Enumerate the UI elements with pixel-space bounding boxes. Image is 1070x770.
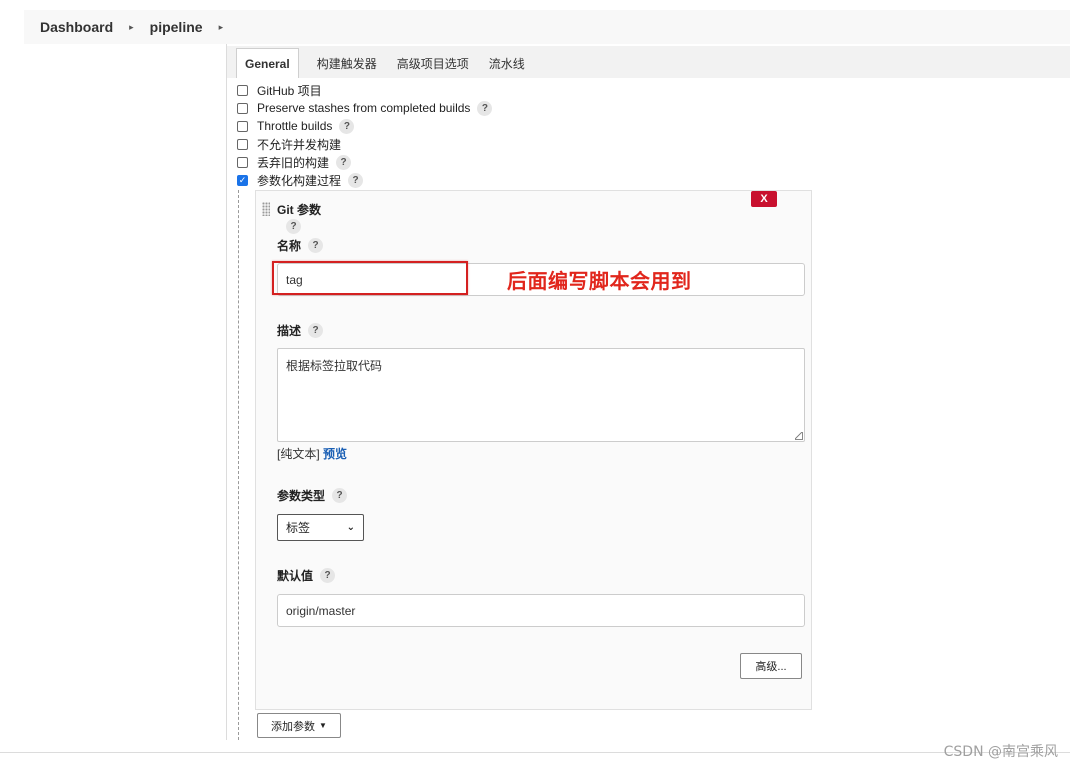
help-icon[interactable]: ? <box>339 118 355 134</box>
selected-value: 标签 <box>286 521 311 535</box>
checkbox[interactable] <box>237 102 248 114</box>
checkbox[interactable] <box>237 84 248 96</box>
option-label: 参数化构建过程 <box>257 173 342 188</box>
annotation-text: 后面编写脚本会用到 <box>507 269 692 293</box>
breadcrumb-separator-icon[interactable] <box>219 22 224 33</box>
format-row: [纯文本] 预览 <box>277 445 347 462</box>
description-textarea[interactable]: 根据标签拉取代码 <box>277 348 805 442</box>
tab-general[interactable]: General <box>236 48 299 78</box>
chevron-down-icon: ⌄ <box>346 522 355 533</box>
divider <box>0 752 1070 753</box>
description-label: 描述 ? <box>277 322 324 339</box>
parameter-type-select[interactable]: 标签 ⌄ <box>277 514 364 541</box>
tab-bar: General 构建触发器 高级项目选项 流水线 <box>227 46 1070 78</box>
default-value-label: 默认值 ? <box>277 567 336 584</box>
default-value-input[interactable]: origin/master <box>277 594 805 627</box>
breadcrumb-dashboard[interactable]: Dashboard <box>24 19 129 35</box>
option-throttle-builds: Throttle builds ? <box>237 117 492 135</box>
help-icon[interactable]: ? <box>477 100 493 116</box>
option-label: GitHub 项目 <box>257 83 322 98</box>
resize-grip-icon[interactable] <box>795 432 803 440</box>
help-icon[interactable]: ? <box>320 568 336 583</box>
caret-down-icon: ▼ <box>319 721 327 730</box>
option-github-project: GitHub 项目 <box>237 81 492 99</box>
help-icon[interactable]: ? <box>348 172 364 188</box>
preview-link[interactable]: 预览 <box>323 447 347 461</box>
delete-parameter-button[interactable]: X <box>751 191 777 207</box>
advanced-button[interactable]: 高级... <box>740 653 802 679</box>
parameter-type-label: 参数类型 ? <box>277 487 348 504</box>
option-label: 不允许并发构建 <box>257 137 342 152</box>
annotation-highlight-box <box>272 261 468 295</box>
tab-advanced-project-options[interactable]: 高级项目选项 <box>387 48 479 78</box>
option-label: Throttle builds <box>257 119 333 133</box>
option-label: 丢弃旧的构建 <box>257 155 330 170</box>
option-preserve-stashes: Preserve stashes from completed builds ? <box>237 99 493 117</box>
parameter-title: Git 参数 <box>277 203 321 217</box>
nesting-guide <box>238 190 239 740</box>
breadcrumb-pipeline[interactable]: pipeline <box>134 19 219 35</box>
option-parameterized-build: ✓ 参数化构建过程 ? <box>237 171 492 189</box>
help-icon[interactable]: ? <box>308 323 324 338</box>
tab-build-triggers[interactable]: 构建触发器 <box>307 48 387 78</box>
add-parameter-label: 添加参数 <box>271 720 316 733</box>
help-icon[interactable]: ? <box>332 488 348 503</box>
help-icon[interactable]: ? <box>336 154 352 170</box>
plain-text-label: [纯文本] <box>277 447 320 461</box>
drag-handle-icon[interactable] <box>262 202 270 216</box>
checkbox[interactable] <box>237 138 248 150</box>
option-discard-old-builds: 丢弃旧的构建 ? <box>237 153 492 171</box>
checkbox[interactable] <box>237 156 248 168</box>
tab-pipeline[interactable]: 流水线 <box>479 48 535 78</box>
watermark: CSDN @南宫乘风 <box>943 744 1058 760</box>
description-text: 根据标签拉取代码 <box>286 359 383 373</box>
checkbox[interactable] <box>237 120 248 132</box>
checkbox-checked[interactable]: ✓ <box>237 174 248 186</box>
add-parameter-button[interactable]: 添加参数 ▼ <box>257 713 341 738</box>
option-label: Preserve stashes from completed builds <box>257 101 471 115</box>
name-label: 名称 ? <box>277 237 324 254</box>
option-disable-concurrent-builds: 不允许并发构建 <box>237 135 492 153</box>
breadcrumb: Dashboard pipeline <box>24 10 1070 44</box>
help-icon[interactable]: ? <box>286 219 301 234</box>
general-options: GitHub 项目 Preserve stashes from complete… <box>237 81 493 189</box>
help-icon[interactable]: ? <box>308 238 324 253</box>
